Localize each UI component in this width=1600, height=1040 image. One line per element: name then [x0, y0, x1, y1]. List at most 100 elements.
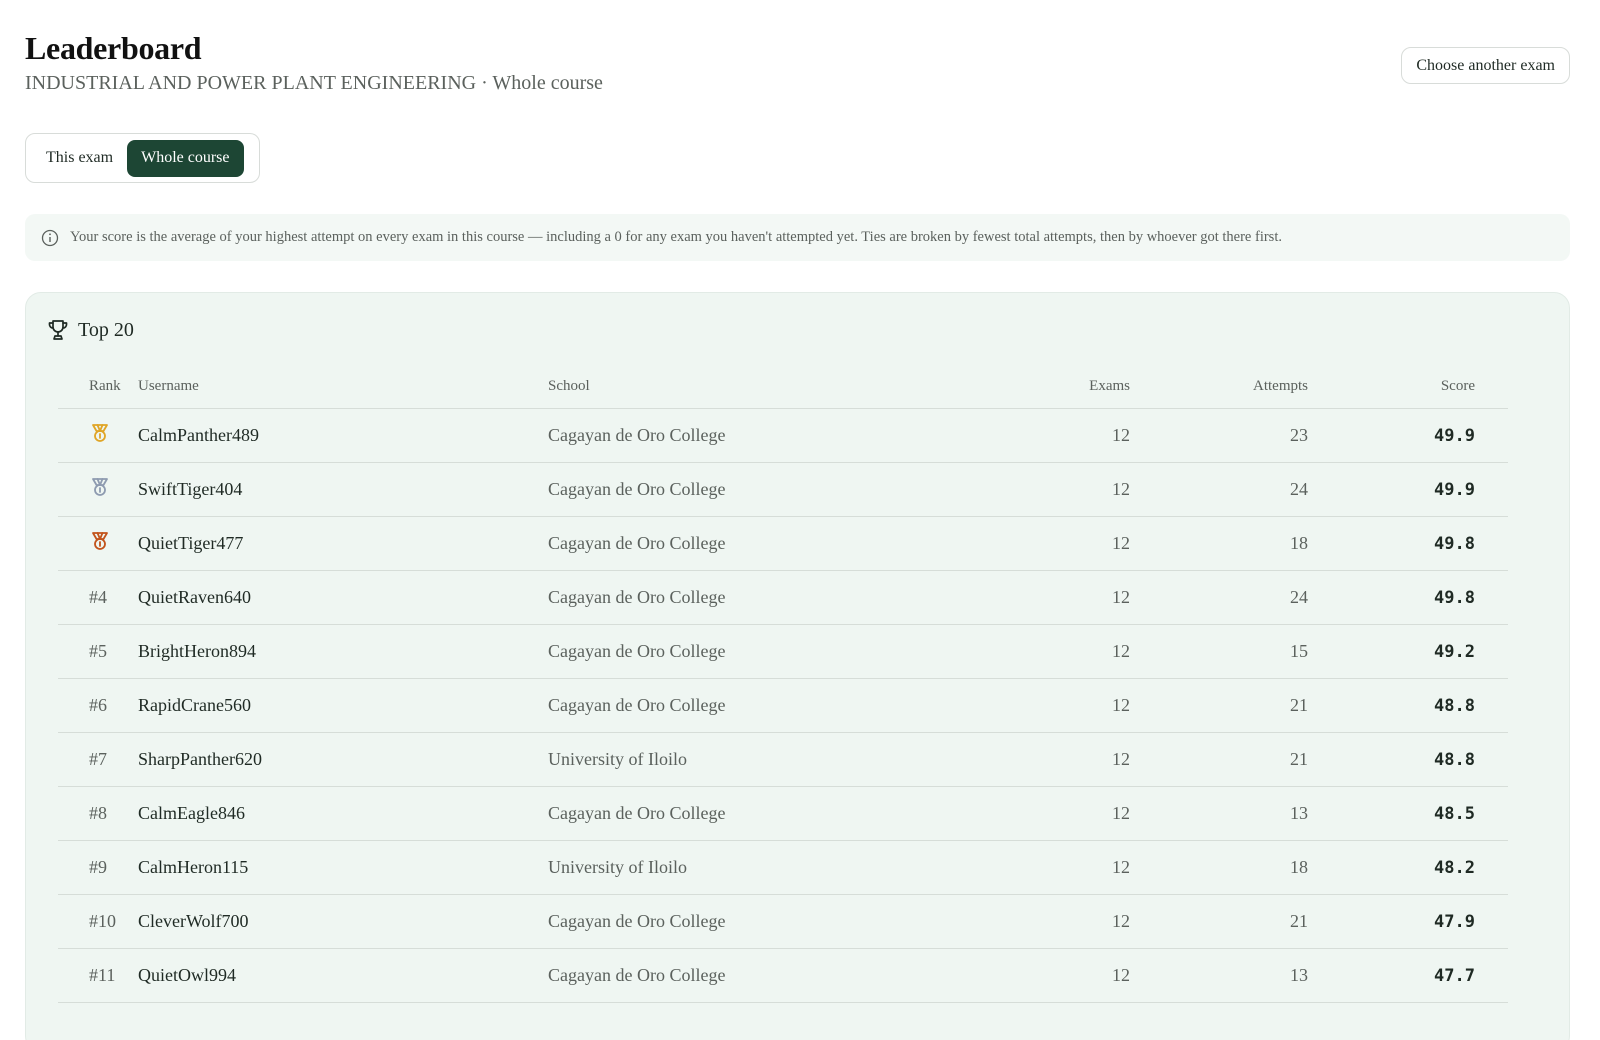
trophy-icon: [46, 318, 70, 342]
exams-cell: 12: [1112, 425, 1130, 445]
school-cell: Cagayan de Oro College: [548, 965, 726, 985]
column-header-exams: Exams: [1089, 378, 1130, 394]
score-cell: 49.8: [1434, 587, 1475, 608]
attempts-cell: 13: [1290, 965, 1308, 985]
rank-cell: #7: [89, 749, 107, 769]
table-row: CalmPanther489 Cagayan de Oro College 12 23…: [58, 409, 1508, 463]
column-header-attempts: Attempts: [1253, 378, 1308, 394]
exams-cell: 12: [1112, 803, 1130, 823]
attempts-cell: 15: [1290, 641, 1308, 661]
attempts-cell: 24: [1290, 587, 1308, 607]
score-info-banner: Your score is the average of your highes…: [25, 214, 1570, 261]
username-cell: BrightHeron894: [138, 641, 256, 661]
choose-another-exam-button[interactable]: Choose another exam: [1401, 47, 1570, 84]
exams-cell: 12: [1112, 911, 1130, 931]
school-cell: Cagayan de Oro College: [548, 587, 726, 607]
table-row: SwiftTiger404 Cagayan de Oro College 12 24 4…: [58, 463, 1508, 517]
table-body: CalmPanther489 Cagayan de Oro College 12 23…: [58, 409, 1508, 1003]
school-cell: Cagayan de Oro College: [548, 641, 726, 661]
table-header: Rank Username School Exams Attempts Scor…: [58, 365, 1508, 409]
attempts-cell: 23: [1290, 425, 1308, 445]
attempts-cell: 21: [1290, 695, 1308, 715]
username-cell: RapidCrane560: [138, 695, 251, 715]
attempts-cell: 13: [1290, 803, 1308, 823]
score-cell: 48.8: [1434, 695, 1475, 716]
username-cell: QuietOwl994: [138, 965, 236, 985]
silver-medal-cell: [58, 476, 138, 503]
exams-cell: 12: [1112, 965, 1130, 985]
info-text: Your score is the average of your highes…: [70, 229, 1282, 245]
table-row: QuietTiger477 Cagayan de Oro College 12 18 4…: [58, 517, 1508, 571]
attempts-cell: 18: [1290, 857, 1308, 877]
school-cell: Cagayan de Oro College: [548, 911, 726, 931]
table-row: #10 CleverWolf700 Cagayan de Oro College 12…: [58, 895, 1508, 949]
column-header-school: School: [548, 378, 590, 394]
score-cell: 49.9: [1434, 479, 1475, 500]
school-cell: Cagayan de Oro College: [548, 695, 726, 715]
page-title: Leaderboard: [25, 30, 202, 66]
exams-cell: 12: [1112, 749, 1130, 769]
column-header-username: Username: [138, 378, 199, 394]
rank-cell: #11: [89, 965, 116, 985]
username-cell: QuietTiger477: [138, 533, 244, 553]
column-header-rank: Rank: [89, 378, 121, 394]
table-row: #6 RapidCrane560 Cagayan de Oro College 12 2…: [58, 679, 1508, 733]
school-cell: Cagayan de Oro College: [548, 479, 726, 499]
info-icon: [40, 228, 60, 248]
exams-cell: 12: [1112, 857, 1130, 877]
rank-cell: #10: [89, 911, 116, 931]
leaderboard-card: Top 20 Rank Username School Exams Attemp…: [25, 292, 1570, 1040]
score-cell: 48.8: [1434, 749, 1475, 770]
attempts-cell: 18: [1290, 533, 1308, 553]
exams-cell: 12: [1112, 641, 1130, 661]
username-cell: CalmHeron115: [138, 857, 249, 877]
school-cell: Cagayan de Oro College: [548, 425, 726, 445]
gold-medal-cell: [58, 422, 138, 449]
exams-cell: 12: [1112, 587, 1130, 607]
leaderboard-title: Top 20: [78, 318, 134, 341]
username-cell: SwiftTiger404: [138, 479, 243, 499]
score-cell: 48.5: [1434, 803, 1475, 824]
toggle-this-exam[interactable]: This exam: [32, 140, 127, 177]
rank-cell: #6: [89, 695, 107, 715]
username-cell: CalmPanther489: [138, 425, 259, 445]
exams-cell: 12: [1112, 695, 1130, 715]
exams-cell: 12: [1112, 533, 1130, 553]
attempts-cell: 21: [1290, 749, 1308, 769]
table-row: #7 SharpPanther620 University of Iloilo 12 2…: [58, 733, 1508, 787]
page-subtitle: INDUSTRIAL AND POWER PLANT ENGINEERING ·…: [25, 72, 603, 94]
silver-medal-icon: [89, 476, 111, 498]
scope-toggle: This exam Whole course: [25, 133, 260, 183]
column-header-score: Score: [1440, 378, 1475, 394]
bronze-medal-cell: [58, 530, 138, 557]
username-cell: CleverWolf700: [138, 911, 249, 931]
username-cell: SharpPanther620: [138, 749, 262, 769]
score-cell: 49.2: [1434, 641, 1475, 662]
attempts-cell: 24: [1290, 479, 1308, 499]
rank-cell: #9: [89, 857, 107, 877]
score-cell: 47.7: [1434, 965, 1475, 986]
score-cell: 49.8: [1434, 533, 1475, 554]
bronze-medal-icon: [89, 530, 111, 552]
score-cell: 48.2: [1434, 857, 1475, 878]
score-cell: 47.9: [1434, 911, 1475, 932]
table-row: #5 BrightHeron894 Cagayan de Oro College 12…: [58, 625, 1508, 679]
gold-medal-icon: [89, 422, 111, 444]
table-row: #8 CalmEagle846 Cagayan de Oro College 12 13…: [58, 787, 1508, 841]
attempts-cell: 21: [1290, 911, 1308, 931]
exams-cell: 12: [1112, 479, 1130, 499]
username-cell: QuietRaven640: [138, 587, 251, 607]
rank-cell: #8: [89, 803, 107, 823]
leaderboard-table: Rank Username School Exams Attempts Scor…: [58, 365, 1508, 1003]
score-cell: 49.9: [1434, 425, 1475, 446]
school-cell: University of Iloilo: [548, 749, 687, 769]
toggle-whole-course[interactable]: Whole course: [127, 139, 244, 177]
rank-cell: #4: [89, 587, 107, 607]
table-row: #4 QuietRaven640 Cagayan de Oro College 12 2…: [58, 571, 1508, 625]
school-cell: Cagayan de Oro College: [548, 803, 726, 823]
table-row: #9 CalmHeron115 University of Iloilo 12 18 48…: [58, 841, 1508, 895]
school-cell: Cagayan de Oro College: [548, 533, 726, 553]
table-row: #11 QuietOwl994 Cagayan de Oro College 12 13…: [58, 949, 1508, 1003]
username-cell: CalmEagle846: [138, 803, 245, 823]
leaderboard-heading: Top 20: [46, 318, 134, 342]
